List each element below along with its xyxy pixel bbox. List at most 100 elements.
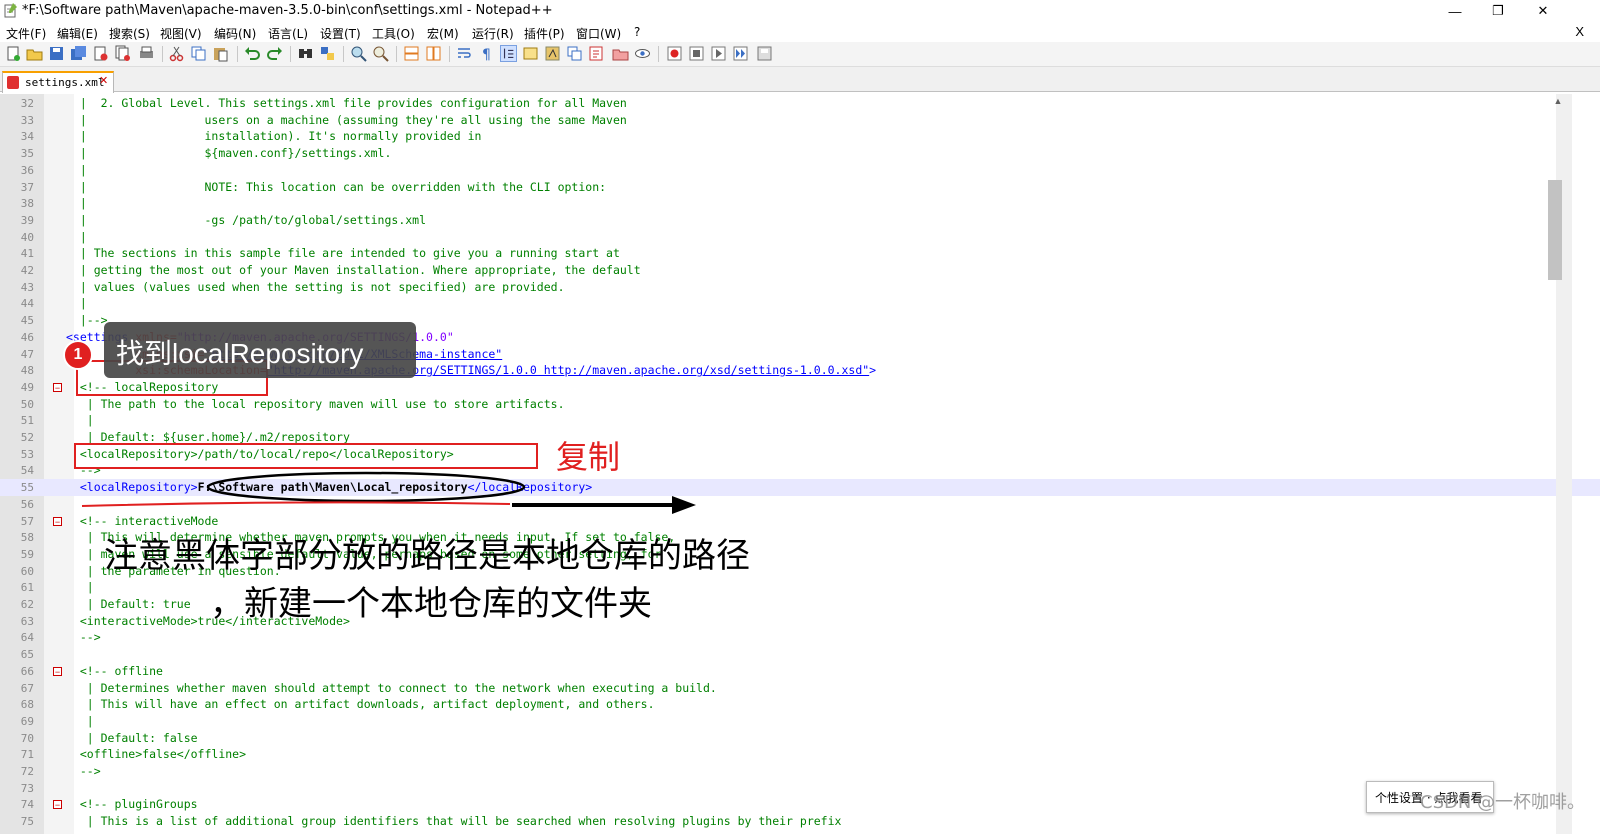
menu-view[interactable]: 视图(V) <box>160 25 202 42</box>
toolbar-separator <box>658 46 659 62</box>
code-line[interactable]: 56 <box>0 496 1600 513</box>
code-line[interactable]: 68 | This will have an effect on artifac… <box>0 696 1600 713</box>
fold-toggle-icon[interactable]: − <box>53 800 62 810</box>
code-line[interactable]: 33 | users on a machine (assuming they'r… <box>0 112 1600 129</box>
sync-v-icon[interactable] <box>403 45 420 62</box>
zoom-in-icon[interactable] <box>350 45 367 62</box>
menu-macro[interactable]: 宏(M) <box>427 25 459 42</box>
play-icon[interactable] <box>710 45 727 62</box>
fold-toggle-icon[interactable]: − <box>53 382 62 392</box>
close-document-button[interactable]: X <box>1575 24 1584 39</box>
code-line[interactable]: 35 | ${maven.conf}/settings.xml. <box>0 145 1600 162</box>
line-number: 61 <box>20 581 34 595</box>
copy-icon[interactable] <box>190 45 207 62</box>
doc-map-icon[interactable] <box>522 45 539 62</box>
code-segment: | users on a machine (assuming they're a… <box>66 112 627 127</box>
redo-icon[interactable] <box>266 45 283 62</box>
print-icon[interactable] <box>138 45 155 62</box>
code-line[interactable]: 44 | <box>0 295 1600 312</box>
menu-window[interactable]: 窗口(W) <box>576 25 621 42</box>
code-line[interactable]: 34 | installation). It's normally provid… <box>0 128 1600 145</box>
code-line[interactable]: 71 <offline>false</offline> <box>0 746 1600 763</box>
eye-icon[interactable] <box>634 45 651 62</box>
record-icon[interactable] <box>666 45 683 62</box>
replace-icon[interactable] <box>319 45 336 62</box>
line-number: 42 <box>20 264 34 277</box>
code-line[interactable]: 65 <box>0 646 1600 663</box>
code-line[interactable]: 43 | values (values used when the settin… <box>0 279 1600 296</box>
wrap-icon[interactable] <box>456 45 473 62</box>
minimize-button[interactable]: — <box>1432 0 1478 22</box>
code-segment: <!-- interactiveMode <box>66 513 219 528</box>
code-line[interactable]: 67 | Determines whether maven should att… <box>0 680 1600 697</box>
sync-h-icon[interactable] <box>425 45 442 62</box>
code-line[interactable]: 64 --> <box>0 629 1600 646</box>
menu-edit[interactable]: 编辑(E) <box>57 25 98 42</box>
menu-plugins[interactable]: 插件(P) <box>524 25 565 42</box>
code-line[interactable]: 40 | <box>0 229 1600 246</box>
line-number: 67 <box>20 681 34 695</box>
code-line[interactable]: 55 <localRepository>F:\Software path\Mav… <box>0 479 1600 497</box>
code-line[interactable]: 50 | The path to the local repository ma… <box>0 396 1600 413</box>
code-line[interactable]: 74 <!-- pluginGroups − <box>0 796 1600 813</box>
paste-icon[interactable] <box>212 45 229 62</box>
cut-icon[interactable] <box>168 45 185 62</box>
code-line[interactable]: 72 --> <box>0 763 1600 780</box>
code-text: | users on a machine (assuming they're a… <box>66 113 627 127</box>
code-line[interactable]: 75 | This is a list of additional group … <box>0 813 1600 830</box>
close-all-icon[interactable] <box>114 45 131 62</box>
save-all-icon[interactable] <box>70 45 87 62</box>
scroll-up-icon[interactable]: ▲ <box>1553 96 1563 108</box>
scroll-thumb[interactable] <box>1548 180 1562 280</box>
menu-language[interactable]: 语言(L) <box>268 25 308 42</box>
new-file-icon[interactable] <box>5 45 22 62</box>
code-line[interactable]: 32 | 2. Global Level. This settings.xml … <box>0 95 1600 112</box>
menu-encoding[interactable]: 编码(N) <box>214 25 256 42</box>
code-line[interactable]: 51 | <box>0 412 1600 429</box>
menu-settings[interactable]: 设置(T) <box>320 25 361 42</box>
stop-icon[interactable] <box>688 45 705 62</box>
fold-toggle-icon[interactable]: − <box>53 516 62 526</box>
indent-guide-icon[interactable] <box>500 45 517 62</box>
tab-settings-xml[interactable]: settings.xml ✕ <box>2 71 114 93</box>
menu-help[interactable]: ? <box>634 25 640 39</box>
code-line[interactable]: 69 | <box>0 713 1600 730</box>
code-line[interactable]: 36 | <box>0 162 1600 179</box>
menu-tools[interactable]: 工具(O) <box>372 25 415 42</box>
code-text: | Default: false <box>66 731 198 745</box>
play-multi-icon[interactable] <box>732 45 749 62</box>
menu-run[interactable]: 运行(R) <box>472 25 514 42</box>
fold-toggle-icon[interactable]: − <box>53 666 62 676</box>
save-macro-icon[interactable] <box>756 45 773 62</box>
close-button[interactable]: ✕ <box>1520 0 1566 22</box>
code-line[interactable]: 70 | Default: false <box>0 730 1600 747</box>
undo-icon[interactable] <box>244 45 261 62</box>
code-line[interactable]: 57 <!-- interactiveMode − <box>0 513 1600 530</box>
menu-search[interactable]: 搜索(S) <box>109 25 150 42</box>
code-line[interactable]: 37 | NOTE: This location can be overridd… <box>0 179 1600 196</box>
code-segment: | This will have an effect on artifact d… <box>66 697 655 712</box>
folder-icon[interactable] <box>612 45 629 62</box>
code-line[interactable]: 42 | getting the most out of your Maven … <box>0 262 1600 279</box>
folder-workspace-icon[interactable] <box>566 45 583 62</box>
open-icon[interactable] <box>26 45 43 62</box>
code-line[interactable]: 41 | The sections in this sample file ar… <box>0 245 1600 262</box>
zoom-out-icon[interactable] <box>372 45 389 62</box>
code-line[interactable]: 73 <box>0 780 1600 797</box>
tab-close-icon[interactable]: ✕ <box>99 74 108 87</box>
code-line[interactable]: 38 | <box>0 195 1600 212</box>
function-list-icon[interactable] <box>544 45 561 62</box>
monitor-icon[interactable] <box>588 45 605 62</box>
code-line[interactable]: 39 | -gs /path/to/global/settings.xml <box>0 212 1600 229</box>
code-line[interactable]: 66 <!-- offline − <box>0 663 1600 680</box>
maximize-button[interactable]: ❐ <box>1475 0 1521 22</box>
code-text: | Default: ${user.home}/.m2/repository <box>66 430 350 444</box>
all-chars-icon[interactable]: ¶ <box>478 45 495 62</box>
code-text: | <box>66 714 94 728</box>
menu-file[interactable]: 文件(F) <box>6 25 46 42</box>
code-segment: | <box>66 196 87 211</box>
toolbar-separator <box>237 46 238 62</box>
close-icon[interactable] <box>92 45 109 62</box>
save-icon[interactable] <box>48 45 65 62</box>
find-icon[interactable] <box>297 45 314 62</box>
